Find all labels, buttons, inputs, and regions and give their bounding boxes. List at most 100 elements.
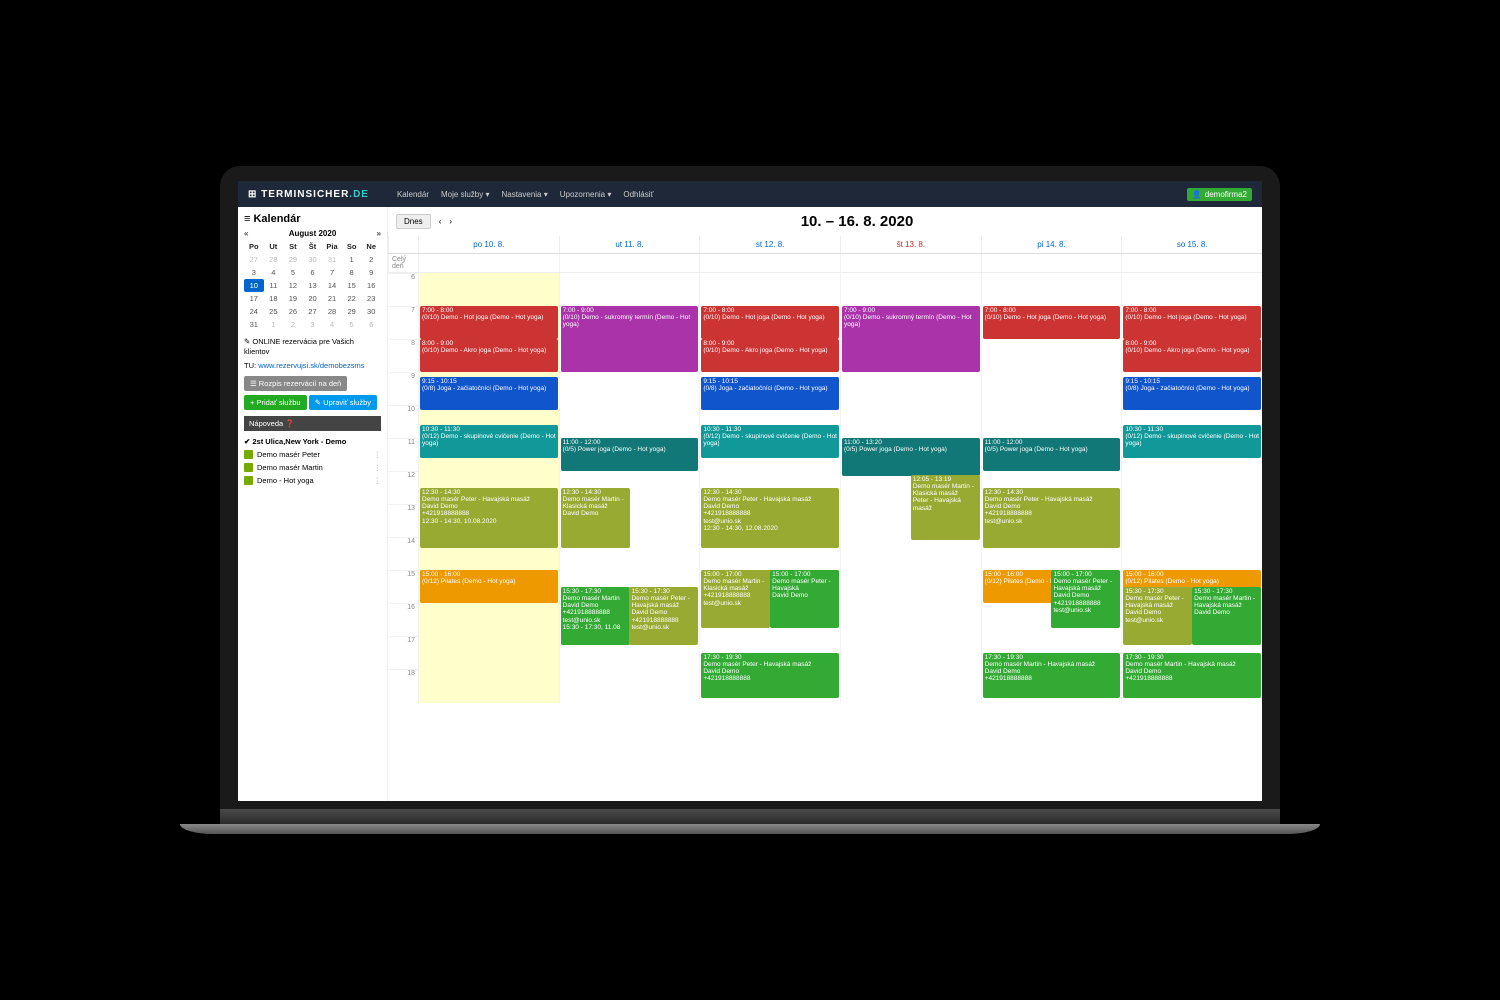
mc-day[interactable]: 24 [244, 305, 264, 318]
calendar-grid[interactable]: 6789101112131415161718 7:00 - 8:00 (0/10… [388, 273, 1262, 703]
mc-day[interactable]: 27 [303, 305, 323, 318]
mc-day[interactable]: 21 [322, 292, 342, 305]
calendar-event[interactable]: 15:30 - 17:30 Demo masér Peter - Havajsk… [629, 587, 698, 645]
mc-day[interactable]: 30 [361, 305, 381, 318]
calendar-event[interactable]: 15:30 - 17:30 Demo masér Martin - Havajs… [1192, 587, 1261, 645]
nav-item[interactable]: Kalendár [397, 190, 429, 199]
calendar-event[interactable]: 15:30 - 17:30 Demo masér Martin David De… [561, 587, 630, 645]
calendar-event[interactable]: 11:00 - 12:00 (0/5) Power joga (Demo - H… [561, 438, 699, 471]
online-link[interactable]: www.rezervujsi.sk/demobezsms [258, 361, 364, 370]
calendar-event[interactable]: 17:30 - 19:30 Demo masér Peter - Havajsk… [701, 653, 839, 698]
mc-day[interactable]: 5 [342, 318, 362, 331]
mc-day[interactable]: 11 [264, 279, 284, 292]
mc-day[interactable]: 30 [303, 253, 323, 266]
calendar-event[interactable]: 10:30 - 11:30 (0/12) Demo - skupinové cv… [1123, 425, 1261, 458]
calendar-event[interactable]: 7:00 - 9:00 (0/10) Demo - sukromný termí… [842, 306, 980, 372]
nav-item[interactable]: Nastavenia ▾ [501, 190, 547, 199]
calendar-event[interactable]: 15:00 - 17:00 Demo masér Peter - Havajsk… [770, 570, 839, 628]
calendar-event[interactable]: 12:30 - 14:30 Demo masér Peter - Havajsk… [983, 488, 1121, 548]
mc-day[interactable]: 28 [264, 253, 284, 266]
day-header[interactable]: ut 11. 8. [559, 236, 700, 253]
mc-day[interactable]: 28 [322, 305, 342, 318]
sidebar-location[interactable]: ✔ 2st Ulica,New York - Demo [244, 435, 381, 448]
calendar-event[interactable]: 10:30 - 11:30 (0/12) Demo - skupinové cv… [701, 425, 839, 458]
calendar-event[interactable]: 7:00 - 8:00 (0/10) Demo - Hot joga (Demo… [1123, 306, 1261, 339]
mc-day[interactable]: 3 [244, 266, 264, 279]
calendar-event[interactable]: 7:00 - 8:00 (0/10) Demo - Hot joga (Demo… [983, 306, 1121, 339]
mc-prev[interactable]: « [244, 229, 248, 238]
mc-day[interactable]: 22 [342, 292, 362, 305]
mc-day[interactable]: 16 [361, 279, 381, 292]
calendar-event[interactable]: 12:30 - 14:30 Demo masér Martin - Klasic… [561, 488, 630, 548]
staff-item[interactable]: Demo - Hot yoga⋮ [244, 474, 381, 487]
calendar-event[interactable]: 9:15 - 10:15 (0/8) Joga - začiatočníci (… [701, 377, 839, 410]
mc-day[interactable]: 19 [283, 292, 303, 305]
mc-day[interactable]: 14 [322, 279, 342, 292]
calendar-event[interactable]: 12:05 - 13:19 Demo masér Martin - Klasic… [911, 475, 980, 540]
mc-day[interactable]: 1 [264, 318, 284, 331]
day-header[interactable]: pi 14. 8. [981, 236, 1122, 253]
help-section[interactable]: Nápoveda ❓ [244, 416, 381, 431]
btn-daily[interactable]: ☰ Rozpis rezervácií na deň [244, 376, 347, 391]
calendar-event[interactable]: 12:30 - 14:30 Demo masér Peter - Havajsk… [701, 488, 839, 548]
calendar-event[interactable]: 10:30 - 11:30 (0/12) Demo - skupinové cv… [420, 425, 558, 458]
mc-day[interactable]: 13 [303, 279, 323, 292]
calendar-event[interactable]: 12:30 - 14:30 Demo masér Peter - Havajsk… [420, 488, 558, 548]
mc-day[interactable]: 20 [303, 292, 323, 305]
mc-day[interactable]: 9 [361, 266, 381, 279]
mc-day[interactable]: 25 [264, 305, 284, 318]
mc-day[interactable]: 2 [361, 253, 381, 266]
calendar-event[interactable]: 11:00 - 12:00 (0/5) Power joga (Demo - H… [983, 438, 1121, 471]
mc-day[interactable]: 17 [244, 292, 264, 305]
calendar-event[interactable]: 15:30 - 17:30 Demo masér Peter - Havajsk… [1123, 587, 1192, 645]
mc-day[interactable]: 4 [322, 318, 342, 331]
day-header[interactable]: po 10. 8. [418, 236, 559, 253]
calendar-event[interactable]: 8:00 - 9:00 (0/10) Demo - Akro joga (Dem… [1123, 339, 1261, 372]
mc-day[interactable]: 8 [342, 266, 362, 279]
mc-day[interactable]: 6 [361, 318, 381, 331]
calendar-event[interactable]: 9:15 - 10:15 (0/8) Joga - začiatočníci (… [1123, 377, 1261, 410]
calendar-event[interactable]: 9:15 - 10:15 (0/8) Joga - začiatočníci (… [420, 377, 558, 410]
calendar-event[interactable]: 7:00 - 8:00 (0/10) Demo - Hot joga (Demo… [701, 306, 839, 339]
mc-day[interactable]: 4 [264, 266, 284, 279]
mc-day[interactable]: 26 [283, 305, 303, 318]
btn-prev-week[interactable]: ‹ [439, 217, 442, 226]
day-header[interactable]: st 12. 8. [699, 236, 840, 253]
btn-edit-service[interactable]: ✎ Upraviť služby [309, 395, 377, 410]
nav-item[interactable]: Moje služby ▾ [441, 190, 489, 199]
mc-day[interactable]: 15 [342, 279, 362, 292]
mc-day[interactable]: 27 [244, 253, 264, 266]
mc-day[interactable]: 1 [342, 253, 362, 266]
mc-next[interactable]: » [377, 229, 381, 238]
calendar-event[interactable]: 17:30 - 19:30 Demo masér Martin - Havajs… [1123, 653, 1261, 698]
nav-item[interactable]: Upozornenia ▾ [560, 190, 612, 199]
mc-day[interactable]: 23 [361, 292, 381, 305]
day-header[interactable]: so 15. 8. [1121, 236, 1262, 253]
calendar-event[interactable]: 8:00 - 9:00 (0/10) Demo - Akro joga (Dem… [420, 339, 558, 372]
mc-day[interactable]: 18 [264, 292, 284, 305]
mc-day[interactable]: 12 [283, 279, 303, 292]
calendar-event[interactable]: 11:00 - 13:20 (0/5) Power joga (Demo - H… [842, 438, 980, 476]
mc-day[interactable]: 29 [283, 253, 303, 266]
btn-today[interactable]: Dnes [396, 214, 431, 229]
day-header[interactable]: št 13. 8. [840, 236, 981, 253]
mc-day[interactable]: 2 [283, 318, 303, 331]
calendar-event[interactable]: 8:00 - 9:00 (0/10) Demo - Akro joga (Dem… [701, 339, 839, 372]
mc-day[interactable]: 5 [283, 266, 303, 279]
calendar-event[interactable]: 7:00 - 8:00 (0/10) Demo - Hot joga (Demo… [420, 306, 558, 339]
mc-day[interactable]: 31 [244, 318, 264, 331]
calendar-event[interactable]: 15:00 - 16:00 (0/12) Pilates (Demo - Hot… [420, 570, 558, 603]
btn-add-service[interactable]: + Pridať službu [244, 395, 307, 410]
nav-item[interactable]: Odhlásiť [623, 190, 653, 199]
btn-next-week[interactable]: › [449, 217, 452, 226]
calendar-event[interactable]: 15:00 - 17:00 Demo masér Martin - Klasic… [701, 570, 770, 628]
calendar-event[interactable]: 17:30 - 19:30 Demo masér Martin - Havajs… [983, 653, 1121, 698]
mc-day[interactable]: 6 [303, 266, 323, 279]
mc-day[interactable]: 31 [322, 253, 342, 266]
staff-item[interactable]: Demo masér Martin⋮ [244, 461, 381, 474]
user-badge[interactable]: 👤 demofirma2 [1187, 188, 1252, 201]
calendar-event[interactable]: 15:00 - 17:00 Demo masér Peter - Havajsk… [1051, 570, 1120, 628]
calendar-event[interactable]: 7:00 - 9:00 (0/10) Demo - sukromný termí… [561, 306, 699, 372]
mc-day[interactable]: 7 [322, 266, 342, 279]
mc-day[interactable]: 29 [342, 305, 362, 318]
